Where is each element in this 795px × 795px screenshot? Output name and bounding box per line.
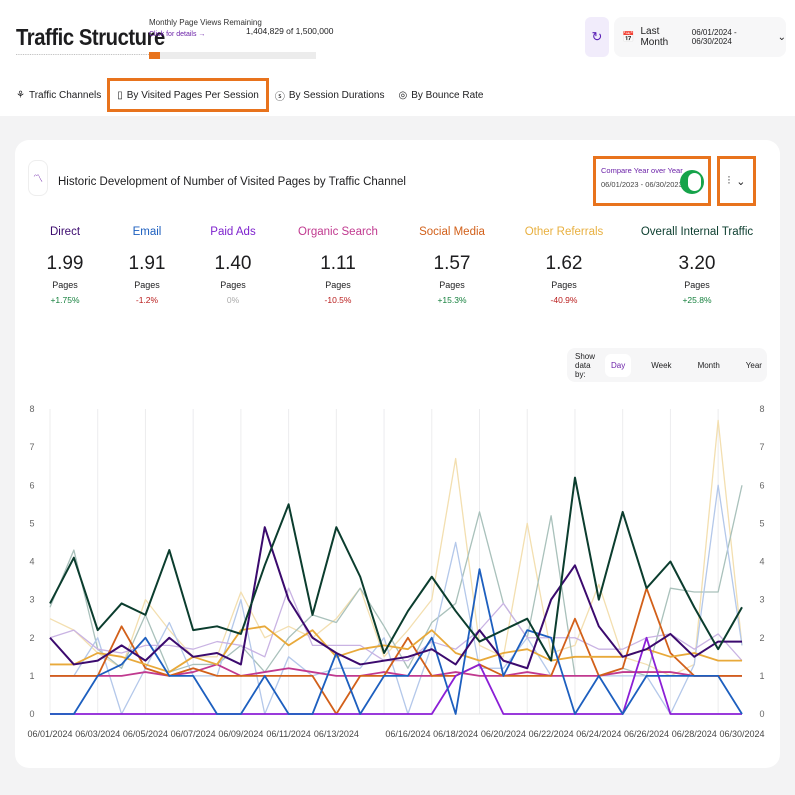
x-tick: 06/28/2024 [672,729,717,739]
x-tick: 06/01/2024 [27,729,72,739]
y-tick-right: 4 [759,557,764,567]
y-tick-right: 2 [759,633,764,643]
y-tick-right: 5 [759,518,764,528]
x-tick: 06/13/2024 [314,729,359,739]
x-tick: 06/05/2024 [123,729,168,739]
series-line-overall-internal-traffic [49,476,743,662]
y-tick-left: 5 [29,518,34,528]
x-tick: 06/20/2024 [481,729,526,739]
x-tick: 06/22/2024 [529,729,574,739]
y-tick-right: 6 [759,480,764,490]
y-tick-right: 1 [759,671,764,681]
x-tick: 06/09/2024 [218,729,263,739]
y-tick-left: 8 [29,404,34,414]
series-line-email-2023 [50,484,743,715]
x-tick: 06/03/2024 [75,729,120,739]
y-tick-left: 2 [29,633,34,643]
y-tick-left: 0 [29,709,34,719]
x-tick: 06/26/2024 [624,729,669,739]
y-tick-left: 1 [29,671,34,681]
y-tick-right: 8 [759,404,764,414]
y-tick-right: 3 [759,595,764,605]
y-tick-left: 4 [29,557,34,567]
series-line-other-referrals-2023 [49,419,743,677]
y-tick-left: 7 [29,442,34,452]
y-tick-right: 0 [759,709,764,719]
x-tick: 06/24/2024 [576,729,621,739]
x-tick: 06/07/2024 [171,729,216,739]
line-chart: 0 01 12 23 34 45 56 67 78 806/01/2024 06/03/2024 06… [27,404,764,739]
y-tick-right: 7 [759,442,764,452]
x-tick: 06/16/2024 [385,729,430,739]
x-tick: 06/18/2024 [433,729,478,739]
x-tick: 06/11/2024 [266,729,310,739]
y-tick-left: 6 [29,480,34,490]
y-tick-left: 3 [29,595,34,605]
x-tick: 06/30/2024 [719,729,764,739]
